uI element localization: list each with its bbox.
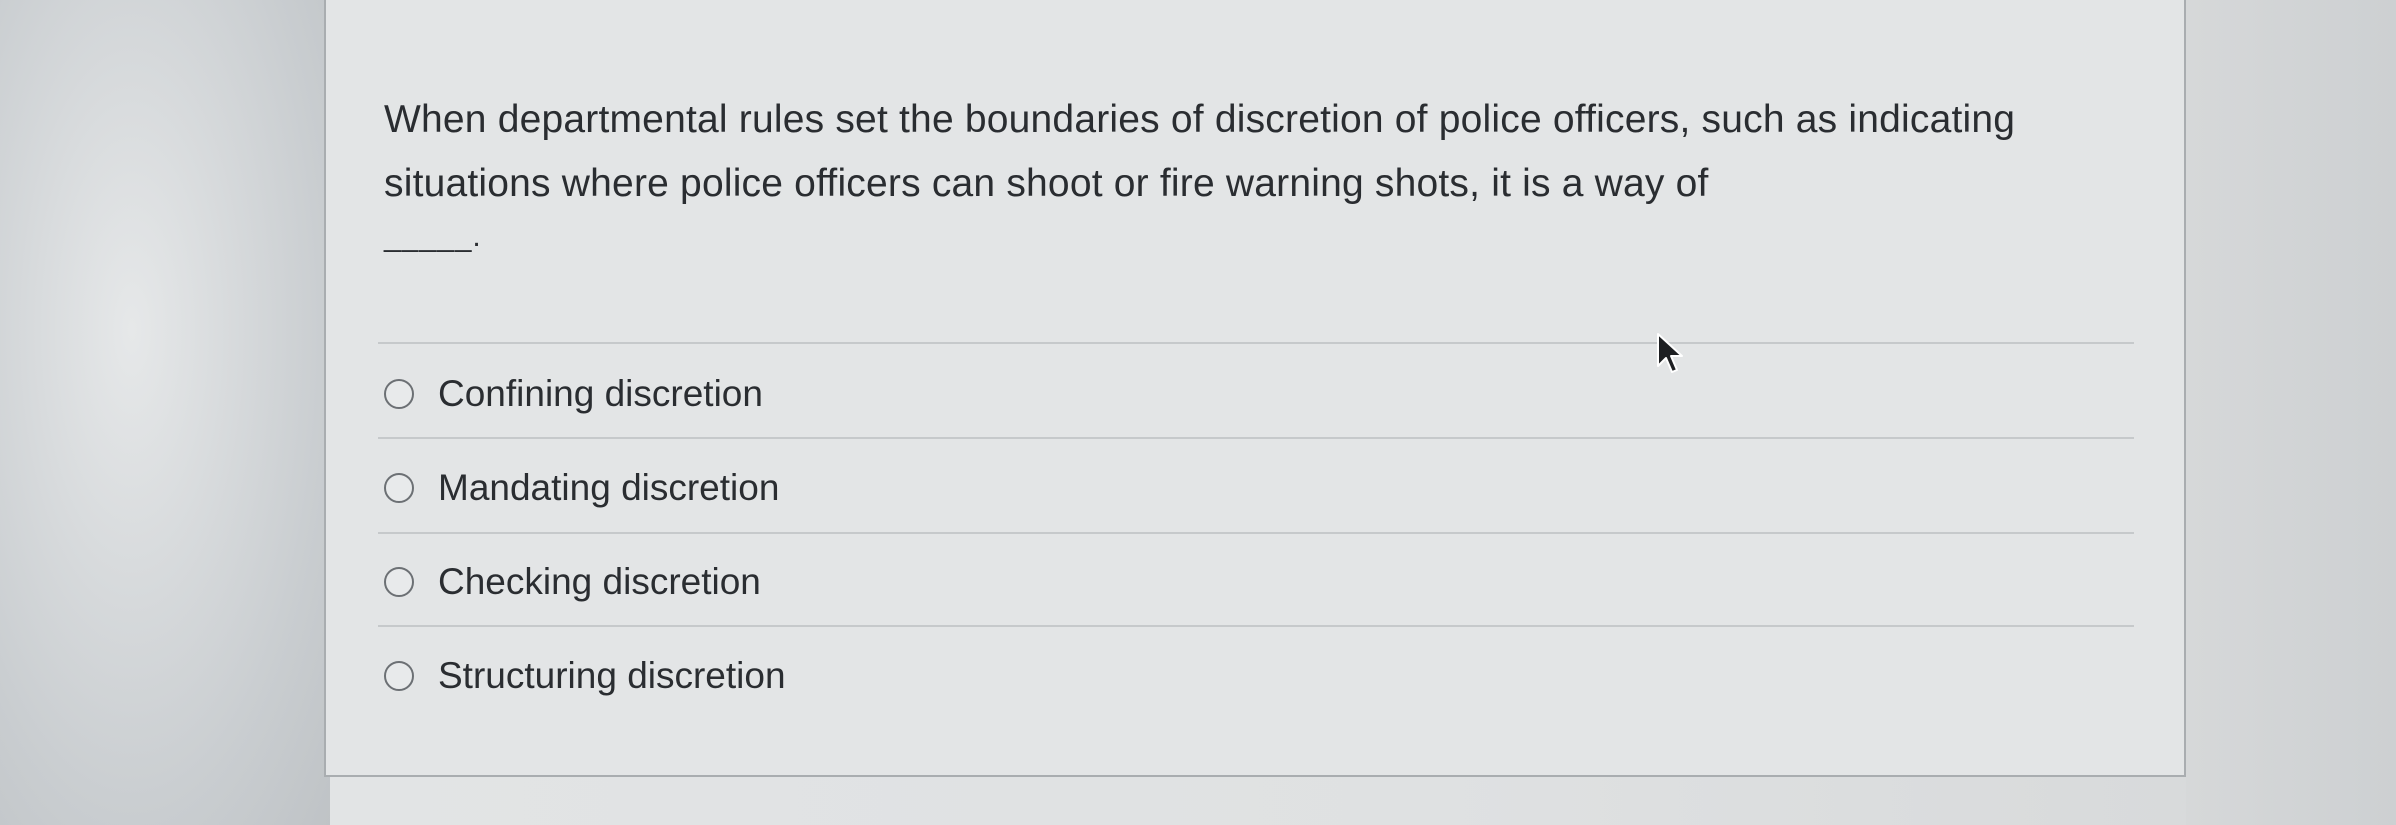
- radio-button[interactable]: [384, 661, 414, 691]
- answer-option-2[interactable]: Mandating discretion: [384, 458, 779, 518]
- answer-option-1[interactable]: Confining discretion: [384, 364, 763, 424]
- question-card: When departmental rules set the boundari…: [324, 0, 2186, 777]
- question-text: When departmental rules set the boundari…: [384, 98, 2016, 205]
- answer-option-4[interactable]: Structuring discretion: [384, 646, 786, 706]
- option-label: Checking discretion: [438, 561, 761, 602]
- divider: [378, 625, 2134, 627]
- radio-button[interactable]: [384, 567, 414, 597]
- option-label: Structuring discretion: [438, 655, 786, 696]
- radio-button[interactable]: [384, 379, 414, 409]
- question-blank: _____.: [384, 220, 482, 253]
- option-label: Confining discretion: [438, 373, 763, 414]
- divider: [378, 437, 2134, 439]
- divider: [378, 342, 2134, 344]
- background-right: [2186, 0, 2396, 825]
- mouse-pointer-icon: [1657, 333, 1683, 373]
- radio-button[interactable]: [384, 473, 414, 503]
- divider: [378, 532, 2134, 534]
- background-left: [0, 0, 330, 825]
- option-label: Mandating discretion: [438, 467, 780, 508]
- answer-option-3[interactable]: Checking discretion: [384, 552, 761, 612]
